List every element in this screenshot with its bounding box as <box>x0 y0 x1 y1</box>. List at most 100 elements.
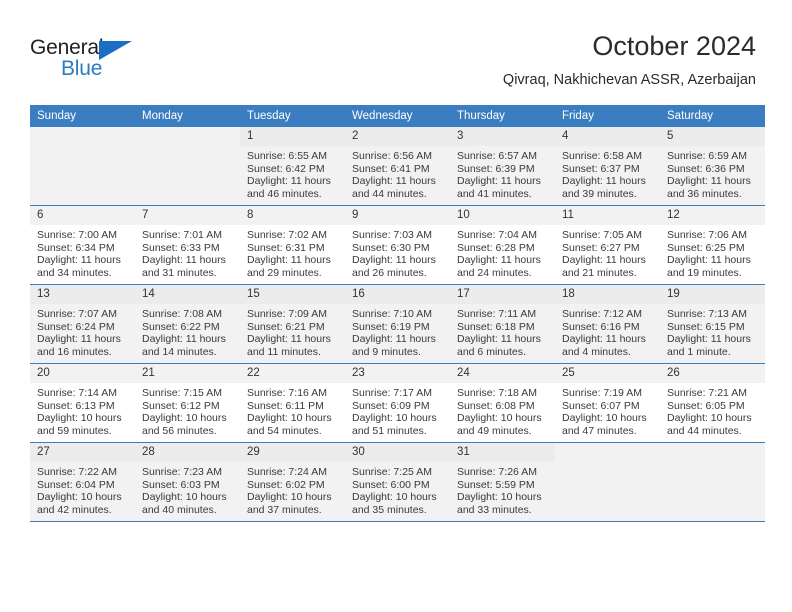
calendar-day-cell[interactable]: 28 Sunrise: 7:23 AM Sunset: 6:03 PM Dayligh… <box>135 442 240 522</box>
sunset-text: Sunset: 5:59 PM <box>457 478 535 491</box>
calendar-day-cell[interactable]: 16 Sunrise: 7:10 AM Sunset: 6:19 PM Dayligh… <box>345 284 450 364</box>
sunrise-text: Sunrise: 7:08 AM <box>142 308 222 320</box>
day-details: Sunrise: 7:26 AM Sunset: 5:59 PM Daylight:… <box>450 462 555 516</box>
calendar-day-cell[interactable]: 27 Sunrise: 7:22 AM Sunset: 6:04 PM Dayligh… <box>30 442 135 522</box>
daylight-text: Daylight: 11 hours and 31 minutes. <box>142 254 226 279</box>
calendar-day-cell[interactable]: 29 Sunrise: 7:24 AM Sunset: 6:02 PM Dayligh… <box>240 442 345 522</box>
calendar-cell-empty <box>135 127 240 206</box>
weekday-header-thursday: Thursday <box>450 105 555 127</box>
day-details: Sunrise: 7:21 AM Sunset: 6:05 PM Daylight:… <box>660 383 765 437</box>
day-details: Sunrise: 7:03 AM Sunset: 6:30 PM Daylight:… <box>345 225 450 279</box>
calendar-day-cell[interactable]: 3 Sunrise: 6:57 AM Sunset: 6:39 PM Daylight… <box>450 127 555 206</box>
day-number: 29 <box>240 443 345 462</box>
sunrise-text: Sunrise: 7:05 AM <box>562 229 642 241</box>
daylight-text: Daylight: 10 hours and 49 minutes. <box>457 412 542 437</box>
day-details: Sunrise: 7:17 AM Sunset: 6:09 PM Daylight:… <box>345 383 450 437</box>
day-details: Sunrise: 7:14 AM Sunset: 6:13 PM Daylight:… <box>30 383 135 437</box>
sunset-text: Sunset: 6:12 PM <box>142 399 220 412</box>
day-details: Sunrise: 7:08 AM Sunset: 6:22 PM Daylight:… <box>135 304 240 358</box>
daylight-text: Daylight: 11 hours and 1 minute. <box>667 333 751 358</box>
daylight-text: Daylight: 10 hours and 33 minutes. <box>457 491 542 516</box>
sunset-text: Sunset: 6:05 PM <box>667 399 745 412</box>
brand-logo[interactable]: General Blue <box>30 36 150 82</box>
day-details: Sunrise: 6:57 AM Sunset: 6:39 PM Daylight:… <box>450 146 555 200</box>
day-number: 18 <box>555 285 660 304</box>
day-number: 27 <box>30 443 135 462</box>
sunrise-text: Sunrise: 7:17 AM <box>352 387 432 399</box>
calendar-day-cell[interactable]: 13 Sunrise: 7:07 AM Sunset: 6:24 PM Dayligh… <box>30 284 135 364</box>
daylight-text: Daylight: 11 hours and 19 minutes. <box>667 254 751 279</box>
calendar-day-cell[interactable]: 15 Sunrise: 7:09 AM Sunset: 6:21 PM Dayligh… <box>240 284 345 364</box>
calendar-day-cell[interactable]: 20 Sunrise: 7:14 AM Sunset: 6:13 PM Dayligh… <box>30 363 135 443</box>
sunrise-text: Sunrise: 6:58 AM <box>562 150 642 162</box>
day-details: Sunrise: 7:02 AM Sunset: 6:31 PM Daylight:… <box>240 225 345 279</box>
calendar-day-cell[interactable]: 21 Sunrise: 7:15 AM Sunset: 6:12 PM Dayligh… <box>135 363 240 443</box>
sunrise-text: Sunrise: 7:01 AM <box>142 229 222 241</box>
day-details: Sunrise: 6:55 AM Sunset: 6:42 PM Daylight:… <box>240 146 345 200</box>
day-details: Sunrise: 6:59 AM Sunset: 6:36 PM Daylight:… <box>660 146 765 200</box>
weekday-header-sunday: Sunday <box>30 105 135 127</box>
calendar-day-cell[interactable]: 30 Sunrise: 7:25 AM Sunset: 6:00 PM Dayligh… <box>345 442 450 522</box>
sunset-text: Sunset: 6:28 PM <box>457 241 535 254</box>
sunset-text: Sunset: 6:36 PM <box>667 162 745 175</box>
daylight-text: Daylight: 11 hours and 4 minutes. <box>562 333 646 358</box>
calendar-day-cell[interactable]: 4 Sunrise: 6:58 AM Sunset: 6:37 PM Daylight… <box>555 127 660 206</box>
sunrise-text: Sunrise: 7:23 AM <box>142 466 222 478</box>
daylight-text: Daylight: 10 hours and 37 minutes. <box>247 491 332 516</box>
calendar-day-cell[interactable]: 2 Sunrise: 6:56 AM Sunset: 6:41 PM Daylight… <box>345 127 450 206</box>
calendar-day-cell[interactable]: 26 Sunrise: 7:21 AM Sunset: 6:05 PM Dayligh… <box>660 363 765 443</box>
sunrise-text: Sunrise: 7:00 AM <box>37 229 117 241</box>
day-details: Sunrise: 7:24 AM Sunset: 6:02 PM Daylight:… <box>240 462 345 516</box>
calendar-body: 1 Sunrise: 6:55 AM Sunset: 6:42 PM Daylight… <box>30 127 765 522</box>
calendar-day-cell[interactable]: 5 Sunrise: 6:59 AM Sunset: 6:36 PM Daylight… <box>660 127 765 206</box>
day-details: Sunrise: 7:09 AM Sunset: 6:21 PM Daylight:… <box>240 304 345 358</box>
calendar-day-cell[interactable]: 12 Sunrise: 7:06 AM Sunset: 6:25 PM Dayligh… <box>660 205 765 285</box>
day-details: Sunrise: 7:01 AM Sunset: 6:33 PM Daylight:… <box>135 225 240 279</box>
calendar-day-cell[interactable]: 18 Sunrise: 7:12 AM Sunset: 6:16 PM Dayligh… <box>555 284 660 364</box>
daylight-text: Daylight: 11 hours and 41 minutes. <box>457 175 541 200</box>
sunrise-text: Sunrise: 6:56 AM <box>352 150 432 162</box>
weekday-header-saturday: Saturday <box>660 105 765 127</box>
calendar-day-cell[interactable]: 31 Sunrise: 7:26 AM Sunset: 5:59 PM Dayligh… <box>450 442 555 522</box>
daylight-text: Daylight: 11 hours and 46 minutes. <box>247 175 331 200</box>
daylight-text: Daylight: 10 hours and 42 minutes. <box>37 491 122 516</box>
sunset-text: Sunset: 6:02 PM <box>247 478 325 491</box>
calendar-day-cell[interactable]: 6 Sunrise: 7:00 AM Sunset: 6:34 PM Daylight… <box>30 205 135 285</box>
day-number: 12 <box>660 206 765 225</box>
sunset-text: Sunset: 6:24 PM <box>37 320 115 333</box>
daylight-text: Daylight: 10 hours and 44 minutes. <box>667 412 752 437</box>
calendar-day-cell[interactable]: 14 Sunrise: 7:08 AM Sunset: 6:22 PM Dayligh… <box>135 284 240 364</box>
sunrise-text: Sunrise: 7:06 AM <box>667 229 747 241</box>
calendar-day-cell[interactable]: 19 Sunrise: 7:13 AM Sunset: 6:15 PM Dayligh… <box>660 284 765 364</box>
calendar-day-cell[interactable]: 11 Sunrise: 7:05 AM Sunset: 6:27 PM Dayligh… <box>555 205 660 285</box>
calendar-day-cell[interactable]: 22 Sunrise: 7:16 AM Sunset: 6:11 PM Dayligh… <box>240 363 345 443</box>
day-details: Sunrise: 6:56 AM Sunset: 6:41 PM Daylight:… <box>345 146 450 200</box>
sunrise-text: Sunrise: 7:14 AM <box>37 387 117 399</box>
day-number: 28 <box>135 443 240 462</box>
calendar-day-cell[interactable]: 25 Sunrise: 7:19 AM Sunset: 6:07 PM Dayligh… <box>555 363 660 443</box>
calendar-day-cell[interactable]: 8 Sunrise: 7:02 AM Sunset: 6:31 PM Daylight… <box>240 205 345 285</box>
title-block: October 2024 Qivraq, Nakhichevan ASSR, A… <box>503 30 756 89</box>
day-details: Sunrise: 7:04 AM Sunset: 6:28 PM Daylight:… <box>450 225 555 279</box>
day-number: 22 <box>240 364 345 383</box>
calendar-day-cell[interactable]: 17 Sunrise: 7:11 AM Sunset: 6:18 PM Dayligh… <box>450 284 555 364</box>
calendar-day-cell[interactable]: 10 Sunrise: 7:04 AM Sunset: 6:28 PM Dayligh… <box>450 205 555 285</box>
calendar-day-cell[interactable]: 24 Sunrise: 7:18 AM Sunset: 6:08 PM Dayligh… <box>450 363 555 443</box>
calendar-day-cell[interactable]: 1 Sunrise: 6:55 AM Sunset: 6:42 PM Daylight… <box>240 127 345 206</box>
day-details: Sunrise: 7:11 AM Sunset: 6:18 PM Daylight:… <box>450 304 555 358</box>
sunset-text: Sunset: 6:21 PM <box>247 320 325 333</box>
day-details: Sunrise: 7:16 AM Sunset: 6:11 PM Daylight:… <box>240 383 345 437</box>
calendar-day-cell[interactable]: 9 Sunrise: 7:03 AM Sunset: 6:30 PM Daylight… <box>345 205 450 285</box>
day-number: 6 <box>30 206 135 225</box>
sunset-text: Sunset: 6:42 PM <box>247 162 325 175</box>
daylight-text: Daylight: 10 hours and 47 minutes. <box>562 412 647 437</box>
calendar-week-row: 20 Sunrise: 7:14 AM Sunset: 6:13 PM Dayligh… <box>30 363 765 443</box>
daylight-text: Daylight: 10 hours and 59 minutes. <box>37 412 122 437</box>
sunrise-text: Sunrise: 7:07 AM <box>37 308 117 320</box>
daylight-text: Daylight: 11 hours and 16 minutes. <box>37 333 121 358</box>
calendar-day-cell[interactable]: 23 Sunrise: 7:17 AM Sunset: 6:09 PM Dayligh… <box>345 363 450 443</box>
day-details: Sunrise: 6:58 AM Sunset: 6:37 PM Daylight:… <box>555 146 660 200</box>
daylight-text: Daylight: 10 hours and 40 minutes. <box>142 491 227 516</box>
calendar-day-cell[interactable]: 7 Sunrise: 7:01 AM Sunset: 6:33 PM Daylight… <box>135 205 240 285</box>
sunrise-text: Sunrise: 7:24 AM <box>247 466 327 478</box>
